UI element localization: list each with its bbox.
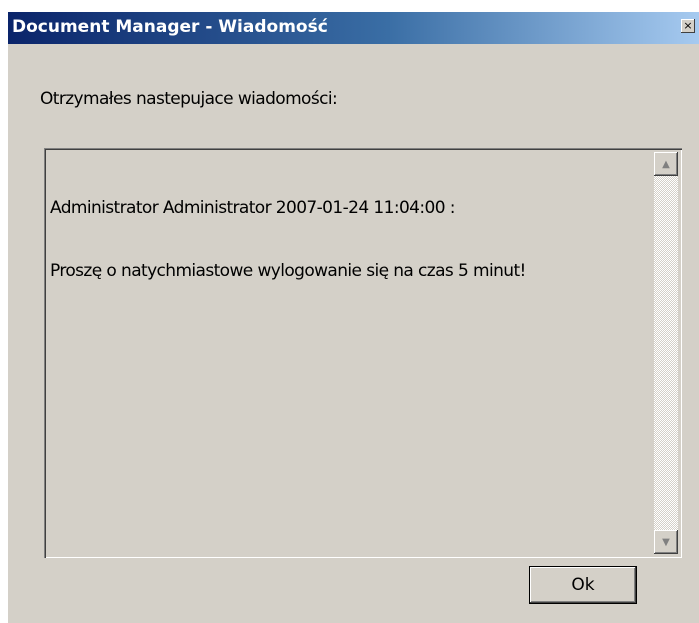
message-textarea[interactable]: Administrator Administrator 2007-01-24 1… — [44, 148, 682, 558]
arrow-down-icon: ▼ — [662, 536, 670, 548]
arrow-up-icon: ▲ — [662, 158, 670, 170]
scroll-up-button[interactable]: ▲ — [654, 152, 678, 176]
message-header: Administrator Administrator 2007-01-24 1… — [50, 198, 455, 218]
close-button[interactable]: × — [681, 19, 695, 33]
prompt-label: Otrzymałes nastepujace wiadomości: — [40, 89, 338, 109]
message-content: Administrator Administrator 2007-01-24 1… — [50, 156, 640, 324]
title-bar[interactable]: Document Manager - Wiadomość × — [8, 12, 699, 44]
ok-button[interactable]: Ok — [530, 567, 636, 603]
window-title: Document Manager - Wiadomość — [12, 17, 328, 37]
scroll-down-button[interactable]: ▼ — [654, 530, 678, 554]
ok-button-label: Ok — [571, 575, 595, 595]
vertical-scrollbar[interactable]: ▲ ▼ — [654, 152, 678, 554]
message-dialog: Document Manager - Wiadomość × Otrzymałe… — [8, 12, 699, 623]
message-body: Proszę o natychmiastowe wylogowanie się … — [50, 261, 526, 281]
close-icon: × — [683, 19, 693, 32]
